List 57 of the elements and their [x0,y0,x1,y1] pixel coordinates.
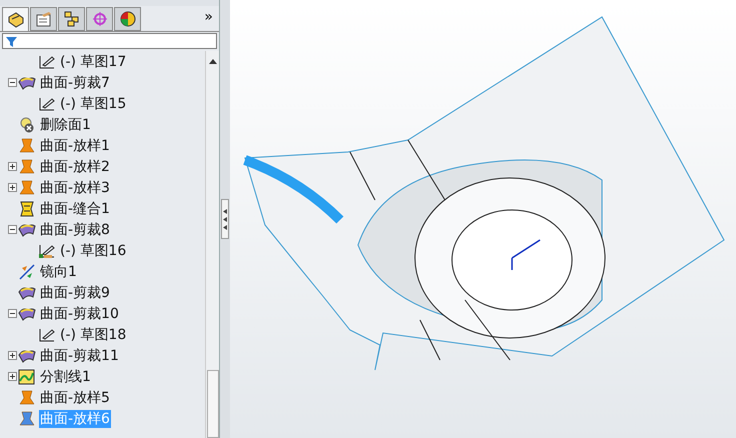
property-sheet-icon [34,11,52,27]
tree-item[interactable]: 曲面-剪裁9 [39,284,111,302]
surface-trim-icon [18,348,36,364]
sketch-icon [38,54,56,70]
expand-toggle[interactable] [8,162,16,171]
tree-item[interactable]: 曲面-缝合1 [39,200,111,218]
panel-tab[interactable] [30,7,57,31]
collapse-toggle[interactable] [8,78,16,87]
tree-item[interactable]: 镜向1 [39,262,78,280]
expand-toggle[interactable] [8,372,16,381]
surface-trim-icon [18,74,36,90]
tree-item[interactable]: 曲面-放样2 [39,158,111,176]
surface-loft-icon [18,158,36,174]
scrollbar[interactable] [205,51,219,438]
panel-tab[interactable] [58,7,85,31]
surface-loft-icon [18,180,36,196]
filter-field[interactable] [2,33,217,49]
tree-item[interactable]: 分割线1 [39,368,92,386]
scroll-thumb[interactable] [206,370,218,438]
tree-item[interactable]: 曲面-放样3 [39,178,111,196]
tree-item[interactable]: 曲面-剪裁7 [39,74,111,92]
tree-item[interactable]: 曲面-放样5 [39,388,111,406]
surface-trim-icon [18,284,36,300]
scroll-up-icon [208,59,216,64]
surface-knit-icon [18,200,36,216]
mirror-icon [18,264,36,280]
panel-splitter-handle[interactable] [221,199,229,239]
sketch-icon [38,96,56,112]
tree-item[interactable]: (-) 草图17 [59,52,128,70]
surface-trim-icon [18,222,36,238]
surface-loft-icon [18,410,36,426]
feature-tree-icon [6,12,24,28]
collapse-toggle[interactable] [8,225,16,234]
sketch-icon [38,326,56,342]
sketch-icon [38,242,56,258]
panel-tab[interactable] [114,7,141,31]
expand-toggle[interactable] [8,351,16,360]
surface-loft-icon [18,390,36,406]
tree-item[interactable]: 曲面-剪裁10 [39,304,120,322]
tree-item[interactable]: (-) 草图18 [59,326,128,344]
panel-tab[interactable] [2,7,29,31]
collapse-toggle[interactable] [8,309,16,318]
tree-item[interactable]: (-) 草图16 [59,242,128,260]
tree-item[interactable]: 曲面-剪裁11 [39,346,120,364]
tree-item[interactable]: 曲面-放样1 [39,136,111,154]
more-tabs-button[interactable]: » [204,7,217,31]
delete-face-icon [18,116,36,132]
tree-item[interactable]: 曲面-剪裁8 [39,220,111,238]
surface-loft-icon [18,138,36,154]
tree-item[interactable]: (-) 草图15 [59,94,128,112]
filter-icon [6,36,17,46]
configuration-icon [62,11,80,27]
color-wheel-icon [118,11,136,27]
crosshair-icon [90,11,108,27]
surface-trim-icon [18,306,36,322]
expand-toggle[interactable] [8,183,16,192]
tree-item[interactable]: 删除面1 [39,116,92,134]
